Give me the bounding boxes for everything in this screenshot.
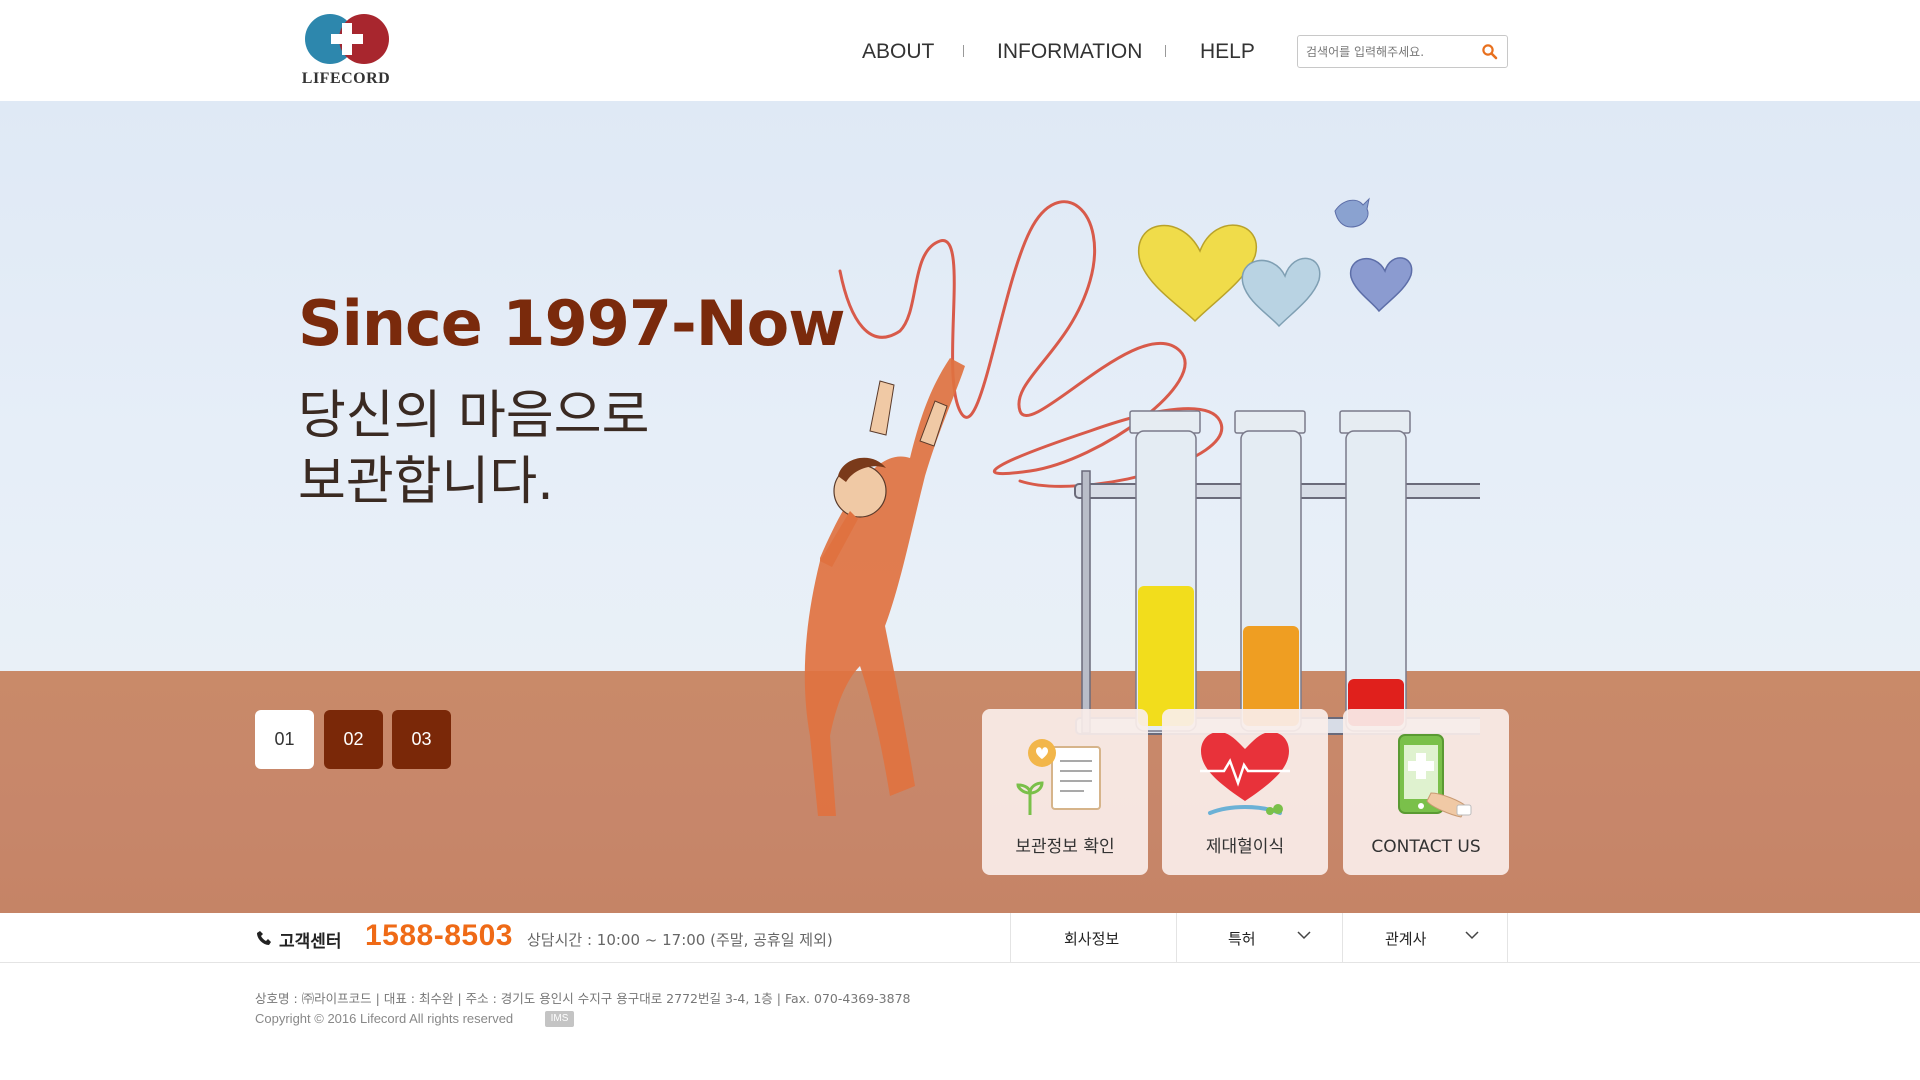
nav-information[interactable]: INFORMATION (997, 40, 1142, 64)
slide-pager-01[interactable]: 01 (255, 710, 314, 769)
phone-icon (1398, 734, 1472, 818)
quick-link-contact-us[interactable]: CONTACT US (1343, 709, 1509, 875)
hero-subtitle-line-2: 보관합니다. (298, 452, 554, 512)
footer-menu-label: 관계사 (1385, 930, 1427, 948)
quick-link-label: 보관정보 확인 (1015, 837, 1115, 857)
hero-banner: Since 1997-Now 당신의 마음으로 보관합니다. 01 02 03 … (0, 101, 1920, 913)
hero-title: Since 1997-Now (298, 287, 845, 360)
ims-badge: IMS (545, 1011, 574, 1027)
footer-menu-affiliates[interactable]: 관계사 (1342, 913, 1508, 963)
lifecord-logo[interactable]: LIFECORD (294, 13, 398, 89)
nav-help[interactable]: HELP (1200, 40, 1255, 64)
customer-center-phone[interactable]: 1588-8503 (365, 919, 513, 953)
logo-mark-icon (305, 14, 389, 64)
chevron-down-icon (1465, 931, 1479, 940)
hero-subtitle-line-1: 당신의 마음으로 (298, 386, 650, 446)
customer-center-label: 고객센터 (279, 932, 342, 952)
company-info: 상호명 : ㈜라이프코드 | 대표 : 최수완 | 주소 : 경기도 용인시 수… (255, 991, 911, 1006)
search-box (1297, 35, 1508, 68)
nav-about[interactable]: ABOUT (862, 40, 934, 64)
footer-menu-company-info[interactable]: 회사정보 (1010, 913, 1176, 963)
copyright-text: Copyright © 2016 Lifecord All rights res… (255, 1011, 514, 1026)
heart-icon (1200, 733, 1290, 815)
footer-menu-label: 회사정보 (1064, 930, 1120, 948)
document-icon (1016, 739, 1101, 815)
search-icon[interactable] (1481, 43, 1499, 61)
quick-link-storage-info[interactable]: 보관정보 확인 (982, 709, 1148, 875)
phone-call-icon (257, 931, 271, 945)
nav-divider (1165, 45, 1166, 57)
chevron-down-icon (1297, 931, 1311, 940)
slide-pager-03[interactable]: 03 (392, 710, 451, 769)
customer-center-hours: 상담시간 : 10:00 ~ 17:00 (주말, 공휴일 제외) (527, 931, 833, 949)
logo-text: LIFECORD (301, 70, 391, 87)
nav-divider (963, 45, 964, 57)
quick-link-cord-blood[interactable]: 제대혈이식 (1162, 709, 1328, 875)
footer-bar: 고객센터 1588-8503 상담시간 : 10:00 ~ 17:00 (주말,… (0, 913, 1920, 963)
search-input[interactable] (1306, 42, 1466, 62)
hero-subtitle: 당신의 마음으로 보관합니다. (298, 383, 649, 515)
quick-link-label: CONTACT US (1371, 837, 1481, 857)
quick-link-label: 제대혈이식 (1205, 837, 1285, 857)
footer-menu-patent[interactable]: 특허 (1176, 913, 1342, 963)
footer-menu-label: 특허 (1228, 930, 1256, 948)
slide-pager-02[interactable]: 02 (324, 710, 383, 769)
site-header: LIFECORD ABOUT INFORMATION HELP (0, 0, 1920, 101)
